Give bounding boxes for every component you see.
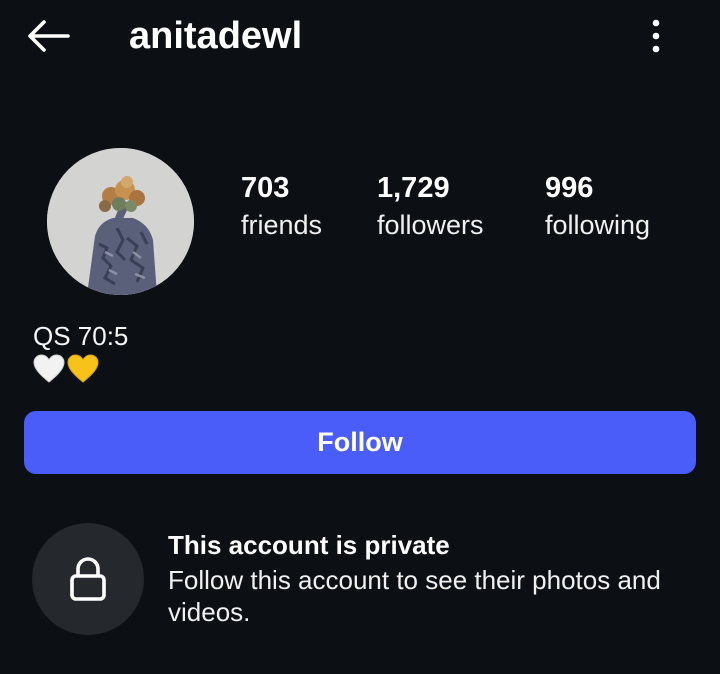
avatar[interactable] <box>47 148 194 295</box>
more-vertical-icon <box>652 19 660 53</box>
private-lock-badge <box>32 523 144 635</box>
followers-label: followers <box>377 210 484 240</box>
friends-count: 703 <box>241 172 290 204</box>
profile-username: anitadewl <box>129 15 303 57</box>
stat-following[interactable]: 996 following <box>545 170 650 244</box>
stat-followers[interactable]: 1,729 followers <box>377 170 484 244</box>
bio-text: QS 70:5 <box>33 321 129 351</box>
lock-icon <box>70 557 106 601</box>
top-bar: anitadewl <box>0 0 720 72</box>
followers-count: 1,729 <box>377 172 450 204</box>
private-account-description: Follow this account to see their photos … <box>168 565 661 627</box>
following-count: 996 <box>545 172 594 204</box>
stat-friends[interactable]: 703 friends <box>241 170 322 244</box>
following-label: following <box>545 210 651 240</box>
bio-emoji-row <box>33 354 128 384</box>
profile-photo <box>47 148 194 295</box>
friends-label: friends <box>241 210 323 240</box>
white-heart-icon <box>33 354 65 383</box>
arrow-left-icon <box>28 20 70 52</box>
follow-button[interactable]: Follow <box>24 411 696 474</box>
bio: QS 70:5 <box>33 320 128 384</box>
yellow-heart-icon <box>67 354 99 383</box>
back-button[interactable] <box>18 12 78 60</box>
more-options-button[interactable] <box>632 12 680 60</box>
profile-page: anitadewl 703 friends 1,729 followers 99… <box>0 0 720 674</box>
private-account-title: This account is private <box>168 530 450 560</box>
